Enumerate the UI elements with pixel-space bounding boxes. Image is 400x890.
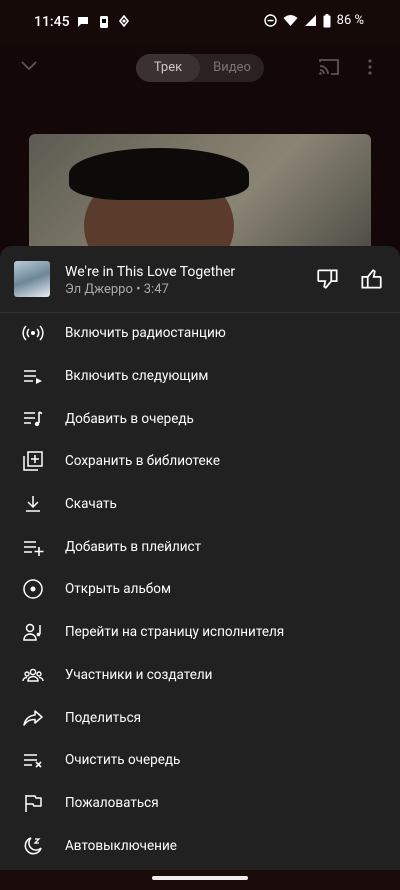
menu-label: Пожаловаться: [65, 794, 159, 811]
song-thumbnail: [14, 261, 50, 297]
menu-label: Сохранить в библиотеке: [65, 453, 221, 470]
menu-label: Скачать: [65, 496, 117, 513]
status-bar: 11:45 86 %: [0, 0, 400, 44]
flag-icon: [22, 792, 44, 814]
dnd-icon: [263, 14, 277, 27]
home-gesture-pill[interactable]: [152, 876, 248, 880]
menu-item-save-library[interactable]: Сохранить в библиотеке: [0, 440, 400, 483]
credits-icon: [22, 664, 44, 686]
menu-label: Перейти на страницу исполнителя: [65, 624, 285, 641]
battery-icon: [323, 13, 331, 27]
menu-label: Участники и создатели: [65, 666, 213, 683]
thumb-up-icon[interactable]: [358, 266, 384, 292]
menu-item-add-queue[interactable]: Добавить в очередь: [0, 397, 400, 440]
menu-item-clear-queue[interactable]: Очистить очередь: [0, 739, 400, 782]
status-time: 11:45: [34, 14, 70, 30]
clear-queue-icon: [22, 749, 44, 771]
menu-label: Добавить в плейлист: [65, 538, 202, 555]
mic-notification-icon: [118, 15, 130, 28]
album-art-hat: [69, 148, 249, 200]
menu-label: Включить радиостанцию: [65, 325, 226, 342]
menu-label: Добавить в очередь: [65, 410, 194, 427]
system-nav-bar: [0, 870, 400, 890]
radio-icon: [22, 322, 44, 344]
menu-label: Открыть альбом: [65, 581, 171, 598]
menu-item-radio[interactable]: Включить радиостанцию: [0, 312, 400, 355]
wifi-icon: [283, 15, 298, 26]
menu-label: Включить следующим: [65, 368, 209, 385]
menu-item-sleep-timer[interactable]: Автовыключение: [0, 824, 400, 867]
signal-icon: [304, 15, 316, 26]
options-sheet: We're in This Love Together Эл Джерро • …: [0, 246, 400, 870]
song-header: We're in This Love Together Эл Джерро • …: [0, 246, 400, 313]
menu-item-share[interactable]: Поделиться: [0, 696, 400, 739]
share-icon: [22, 707, 44, 729]
album-art: [29, 134, 371, 254]
status-right: 86 %: [263, 13, 364, 28]
artist-icon: [22, 621, 44, 643]
menu-label: Очистить очередь: [65, 752, 181, 769]
album-icon: [22, 578, 44, 600]
phone-notification-icon: [100, 16, 108, 28]
menu-item-add-playlist[interactable]: Добавить в плейлист: [0, 525, 400, 568]
chat-notification-icon: [78, 17, 88, 27]
queue-music-icon: [22, 408, 44, 430]
song-title: We're in This Love Together: [65, 264, 236, 280]
song-artist: Эл Джерро: [65, 282, 133, 297]
menu-item-artist-page[interactable]: Перейти на страницу исполнителя: [0, 611, 400, 654]
thumb-down-icon[interactable]: [315, 266, 341, 292]
playlist-add-icon: [22, 536, 44, 558]
menu-item-credits[interactable]: Участники и создатели: [0, 654, 400, 697]
more-vert-icon[interactable]: [366, 58, 374, 76]
sleep-timer-icon: [22, 835, 44, 857]
tab-video[interactable]: Видео: [200, 54, 264, 82]
library-add-icon: [22, 450, 44, 472]
play-next-icon: [22, 365, 44, 387]
tab-track[interactable]: Трек: [136, 54, 200, 82]
menu-item-open-album[interactable]: Открыть альбом: [0, 568, 400, 611]
menu-label: Поделиться: [65, 709, 142, 726]
collapse-chevron-icon[interactable]: [20, 60, 38, 72]
options-menu: Включить радиостанцию Включить следующим…: [0, 312, 400, 867]
cast-icon[interactable]: [318, 58, 340, 76]
menu-item-play-next[interactable]: Включить следующим: [0, 355, 400, 398]
song-duration: 3:47: [143, 282, 169, 297]
song-subtitle: Эл Джерро • 3:47: [65, 282, 169, 297]
track-video-toggle[interactable]: Трек Видео: [136, 54, 264, 82]
menu-item-download[interactable]: Скачать: [0, 483, 400, 526]
download-icon: [22, 493, 44, 515]
menu-label: Автовыключение: [65, 837, 177, 854]
notification-icons: [76, 15, 130, 29]
menu-item-report[interactable]: Пожаловаться: [0, 782, 400, 825]
battery-percent: 86 %: [336, 13, 364, 28]
